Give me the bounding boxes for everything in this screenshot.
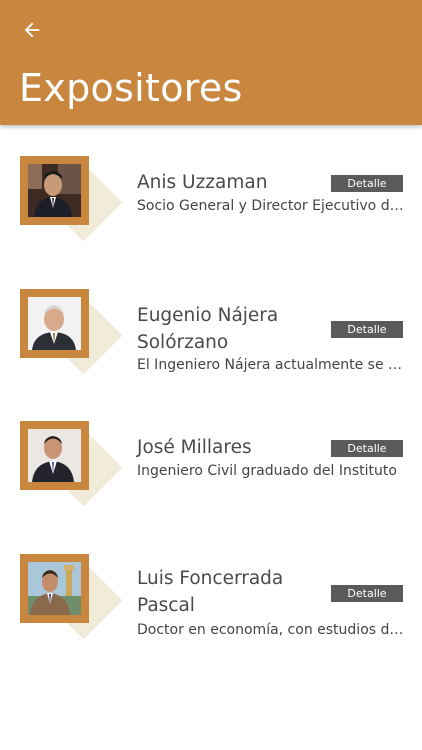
speaker-name: Eugenio Nájera Solórzano	[137, 305, 279, 353]
speaker-thumbnail	[20, 554, 135, 664]
detail-button[interactable]: Detalle	[331, 440, 403, 457]
speaker-thumbnail	[20, 156, 135, 266]
speaker-description: Socio General y Director Ejecutivo de Pe…	[137, 198, 405, 214]
photo-frame	[20, 156, 89, 225]
photo-frame	[20, 421, 89, 490]
app-bar: Expositores	[0, 0, 422, 125]
page-title: Expositores	[19, 66, 243, 110]
speaker-photo	[28, 429, 81, 482]
list-item[interactable]: Luis Foncerrada Pascal Detalle Doctor en…	[0, 553, 422, 673]
speaker-name: Luis Foncerrada Pascal	[137, 568, 284, 616]
speaker-description: El Ingeniero Nájera actualmente se desem…	[137, 357, 405, 373]
speaker-thumbnail	[20, 421, 135, 531]
list-item[interactable]: José Millares Detalle Ingeniero Civil gr…	[0, 420, 422, 540]
detail-button[interactable]: Detalle	[331, 175, 403, 192]
speaker-name: José Millares	[137, 437, 252, 458]
speaker-description: Ingeniero Civil graduado del Instituto	[137, 463, 397, 479]
photo-frame	[20, 289, 89, 358]
list-item[interactable]: Eugenio Nájera Solórzano Detalle El Inge…	[0, 288, 422, 408]
list-item[interactable]: Anis Uzzaman Detalle Socio General y Dir…	[0, 155, 422, 275]
arrow-left-icon	[24, 22, 40, 38]
speaker-photo	[28, 297, 81, 350]
speaker-thumbnail	[20, 289, 135, 399]
back-button[interactable]	[16, 14, 48, 46]
speaker-description: Doctor en economía, con estudios de posg…	[137, 622, 405, 638]
detail-button[interactable]: Detalle	[331, 321, 403, 338]
speaker-photo	[28, 164, 81, 217]
speaker-photo	[28, 562, 81, 615]
detail-button[interactable]: Detalle	[331, 585, 403, 602]
speaker-name: Anis Uzzaman	[137, 172, 268, 193]
photo-frame	[20, 554, 89, 623]
